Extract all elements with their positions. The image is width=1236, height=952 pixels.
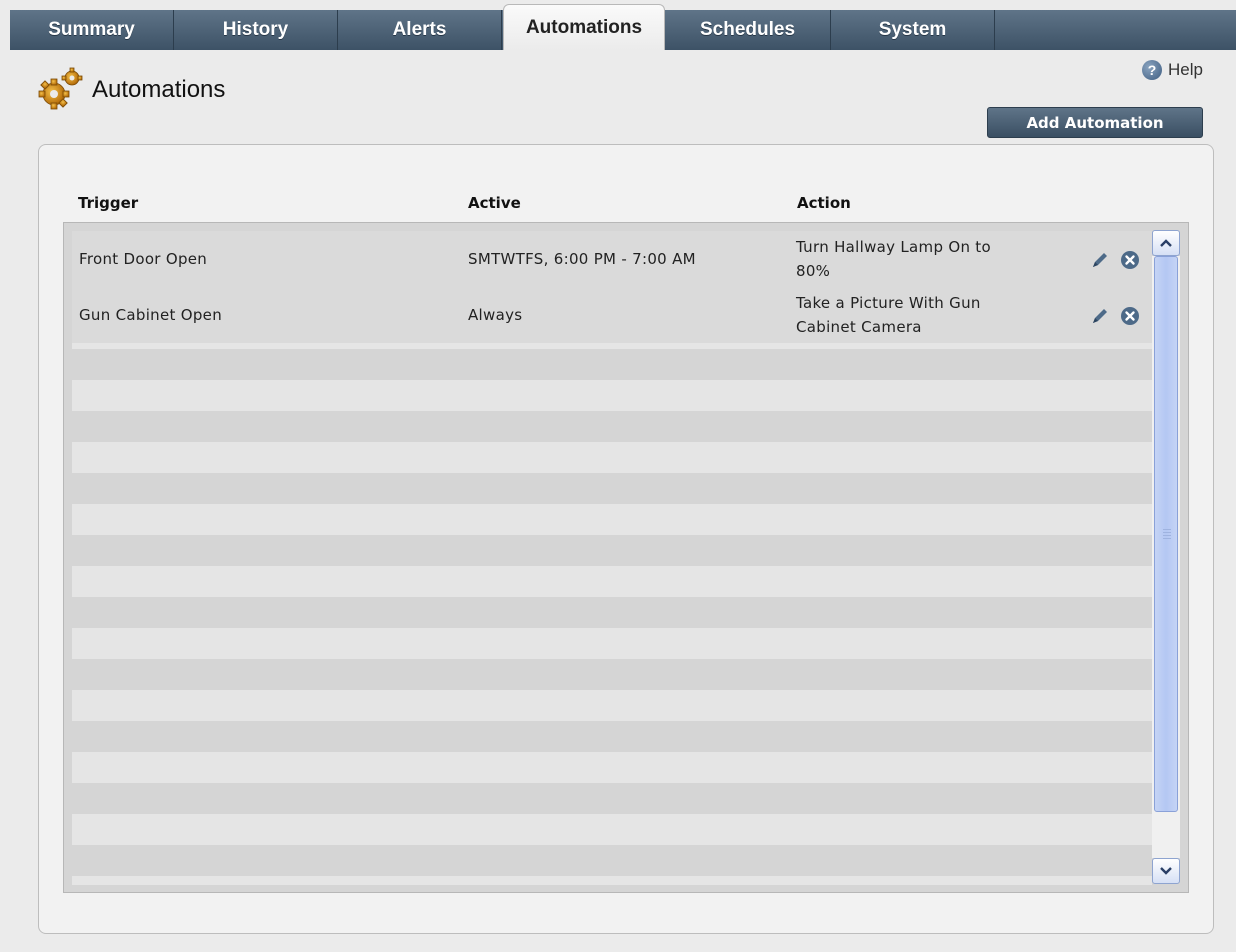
action-line: Turn Hallway Lamp On to bbox=[796, 238, 991, 256]
scroll-down-button[interactable] bbox=[1152, 858, 1180, 884]
tab-bar: Summary History Alerts Automations Sched… bbox=[0, 0, 1236, 50]
action-line: Take a Picture With Gun bbox=[796, 294, 981, 312]
help-label: Help bbox=[1168, 60, 1203, 79]
table-row[interactable]: Front Door Open SMTWTFS, 6:00 PM - 7:00 … bbox=[72, 231, 1152, 287]
grip-line bbox=[1163, 532, 1171, 533]
scroll-thumb[interactable] bbox=[1154, 256, 1178, 812]
action-cell: Turn Hallway Lamp On to 80% bbox=[796, 235, 991, 283]
help-link[interactable]: ? Help bbox=[1142, 59, 1203, 81]
action-line: 80% bbox=[796, 262, 831, 280]
grip-line bbox=[1163, 535, 1171, 536]
column-header-action: Action bbox=[797, 194, 851, 212]
grip-line bbox=[1163, 538, 1171, 539]
delete-circle-x-icon[interactable] bbox=[1119, 305, 1141, 327]
tab-system[interactable]: System bbox=[831, 10, 995, 50]
gears-icon bbox=[38, 67, 83, 110]
tab-history[interactable]: History bbox=[174, 10, 338, 50]
active-cell: Always bbox=[468, 306, 523, 324]
scroll-track[interactable] bbox=[1152, 256, 1180, 858]
active-cell: SMTWTFS, 6:00 PM - 7:00 AM bbox=[468, 250, 696, 268]
chevron-up-icon bbox=[1160, 239, 1172, 247]
table-row[interactable]: Gun Cabinet Open Always Take a Picture W… bbox=[72, 287, 1152, 343]
tab-automations[interactable]: Automations bbox=[503, 4, 665, 50]
automations-table: Front Door Open SMTWTFS, 6:00 PM - 7:00 … bbox=[63, 222, 1189, 893]
pencil-icon[interactable] bbox=[1089, 249, 1111, 271]
trigger-cell: Gun Cabinet Open bbox=[79, 306, 223, 324]
page-title: Automations bbox=[92, 76, 226, 103]
tab-alerts[interactable]: Alerts bbox=[338, 10, 502, 50]
pencil-icon[interactable] bbox=[1089, 305, 1111, 327]
tab-summary[interactable]: Summary bbox=[10, 10, 174, 50]
add-automation-button[interactable]: Add Automation bbox=[987, 107, 1203, 138]
question-icon: ? bbox=[1142, 60, 1162, 80]
trigger-cell: Front Door Open bbox=[79, 250, 208, 268]
delete-circle-x-icon[interactable] bbox=[1119, 249, 1141, 271]
chevron-down-icon bbox=[1160, 867, 1172, 875]
grip-line bbox=[1163, 529, 1171, 530]
action-cell: Take a Picture With Gun Cabinet Camera bbox=[796, 291, 981, 339]
column-header-trigger: Trigger bbox=[78, 194, 139, 212]
table-scrollbar[interactable] bbox=[1152, 230, 1180, 884]
action-line: Cabinet Camera bbox=[796, 318, 922, 336]
column-header-active: Active bbox=[468, 194, 521, 212]
scroll-up-button[interactable] bbox=[1152, 230, 1180, 256]
tab-schedules[interactable]: Schedules bbox=[665, 10, 831, 50]
